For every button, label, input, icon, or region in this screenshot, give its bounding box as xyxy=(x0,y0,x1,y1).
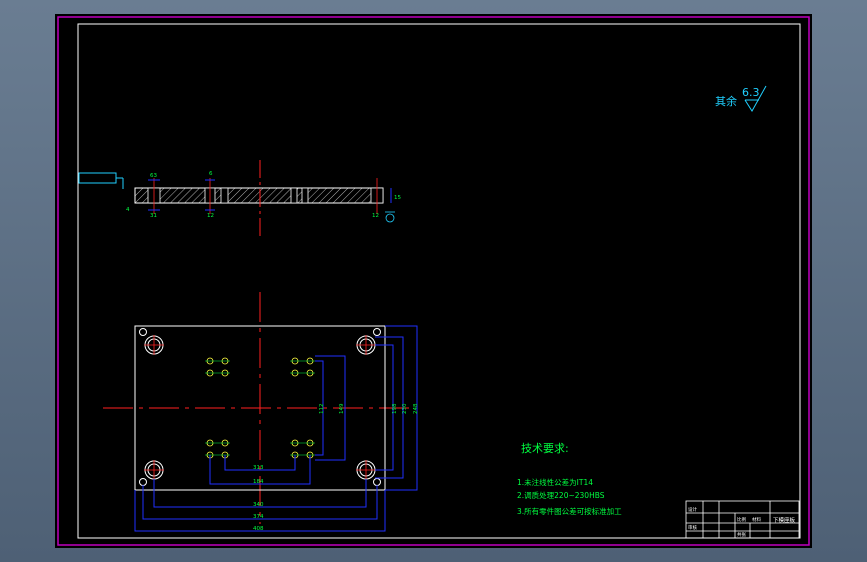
dim-section-hole-bottom: 12 xyxy=(207,213,214,219)
dim-section-right-bottom: 12 xyxy=(372,213,379,219)
section-hatch xyxy=(135,188,383,203)
tech-req-item-1: 1.未注线性公差为IT14 xyxy=(517,477,593,487)
dim-outer-h2: 230 xyxy=(402,403,408,414)
plan-view: 112 149 198 230 248 313 184 340 374 408 xyxy=(103,292,419,532)
section-view: 63 31 4 6 12 12 15 xyxy=(78,160,401,236)
title-block-checker: 审核 xyxy=(688,524,697,531)
roughness-value: 6.3 xyxy=(742,86,760,99)
technical-requirements: 技术要求: 1.未注线性公差为IT14 2.调质处理220~230HBS 3.所… xyxy=(517,442,622,516)
dim-inner-h1: 112 xyxy=(319,404,325,415)
inner-frame xyxy=(77,23,801,539)
title-block-material: 材料 xyxy=(752,516,761,523)
dim-w5: 408 xyxy=(253,526,264,532)
section-label-box xyxy=(78,172,117,184)
outer-frame xyxy=(57,16,810,546)
title-block-designer: 设计 xyxy=(688,506,697,513)
dim-section-bottom-left: 31 xyxy=(150,213,157,219)
title-block-name: 下模座板 xyxy=(773,516,796,524)
tech-req-item-3: 3.所有零件图公差可按标准加工 xyxy=(517,506,622,516)
dim-section-hole-top: 6 xyxy=(209,171,213,177)
title-block-scale: 比例 xyxy=(737,516,746,523)
dim-w2: 184 xyxy=(253,479,264,485)
drawing-sheet: 其余 6.3 63 31 4 6 12 12 15 112 149 198 23… xyxy=(57,16,810,546)
dim-section-left-small: 4 xyxy=(126,207,130,213)
dim-section-thickness: 15 xyxy=(394,195,401,201)
tech-req-item-2: 2.调质处理220~230HBS xyxy=(517,490,605,500)
dim-w1: 313 xyxy=(253,465,264,471)
tech-req-title: 技术要求: xyxy=(521,442,569,455)
cad-viewport: 其余 6.3 63 31 4 6 12 12 15 112 149 198 23… xyxy=(0,0,867,562)
dim-section-top-left: 63 xyxy=(150,173,157,179)
dim-w3: 340 xyxy=(253,502,264,508)
dim-inner-h2: 149 xyxy=(339,403,345,414)
title-block-sheet: 共张 xyxy=(737,531,746,538)
roughness-symbol: 其余 6.3 xyxy=(715,85,767,112)
dim-outer-h3: 248 xyxy=(413,403,419,414)
dim-outer-h1: 198 xyxy=(392,403,398,414)
drawing-canvas[interactable]: 其余 6.3 63 31 4 6 12 12 15 112 149 198 23… xyxy=(55,14,812,548)
roughness-label: 其余 xyxy=(715,94,737,108)
dim-w4: 374 xyxy=(253,514,264,520)
